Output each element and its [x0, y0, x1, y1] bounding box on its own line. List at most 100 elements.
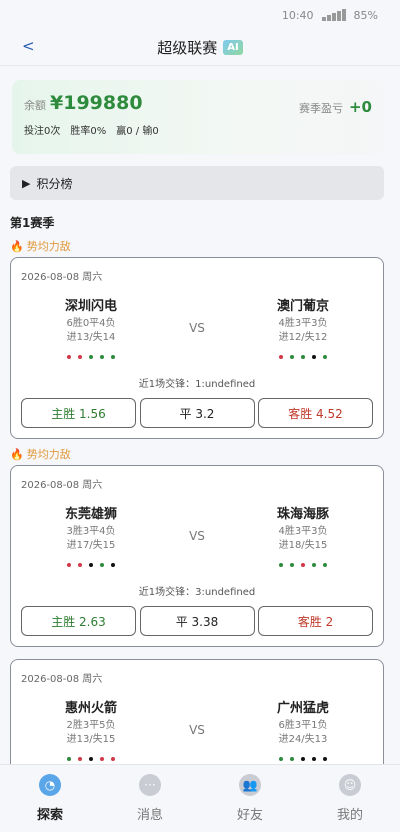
away-record: 4胜3平3负	[278, 526, 328, 537]
away-record: 6胜3平1负	[278, 720, 328, 731]
form-dot	[323, 757, 327, 761]
form-dot	[67, 563, 71, 567]
head-to-head: 近1场交锋：1:undefined	[138, 379, 256, 390]
head-to-head: 近1场交锋：3:undefined	[138, 587, 256, 598]
home-team[interactable]: 深圳闪电 6胜0平4负 进13/失14	[21, 295, 161, 359]
win-rate: 胜率0%	[70, 126, 107, 137]
home-goals: 进17/失15	[66, 540, 116, 551]
bet-home-button[interactable]: 主胜 1.56	[21, 398, 136, 428]
bet-away-button[interactable]: 客胜 4.52	[258, 398, 373, 428]
back-button[interactable]: <	[22, 37, 35, 55]
season-profit: 赛季盈亏 +0	[299, 98, 372, 116]
balance-card: 余额 ¥199880 赛季盈亏 +0 投注0次 胜率0% 赢0 / 输0	[12, 80, 384, 154]
away-team-record: 6胜3平1负 进24/失13	[233, 719, 373, 747]
form-dot	[111, 355, 115, 359]
away-form	[233, 563, 373, 569]
match-tag: 🔥 势均力敌	[10, 447, 400, 462]
home-team-name: 深圳闪电	[64, 299, 117, 314]
explore-icon: ◔	[39, 774, 61, 796]
season-profit-value: +0	[348, 98, 372, 116]
home-record: 6胜0平4负	[66, 318, 116, 329]
bet-draw-button[interactable]: 平 3.38	[139, 606, 255, 636]
home-team-record: 6胜0平4负 进13/失14	[21, 317, 161, 345]
form-dot	[67, 355, 71, 359]
form-dot	[279, 355, 283, 359]
home-goals: 进13/失15	[66, 734, 116, 745]
bet-draw-button[interactable]: 平 3.2	[139, 398, 255, 428]
tab-label: 我的	[336, 808, 363, 823]
fire-icon: 🔥	[10, 447, 24, 461]
season-title: 第1赛季	[10, 216, 55, 230]
home-team-record: 2胜3平5负 进13/失15	[21, 719, 161, 747]
standings-label: 积分榜	[36, 176, 73, 191]
away-goals: 进18/失15	[278, 540, 328, 551]
form-dot	[290, 355, 294, 359]
form-dot	[312, 355, 316, 359]
tab-explore[interactable]: ◔ 探索	[0, 765, 100, 832]
away-team-name: 澳门葡京	[276, 299, 329, 314]
form-dot	[100, 355, 104, 359]
away-goals: 进24/失13	[278, 734, 328, 745]
balance-label: 余额	[24, 99, 46, 112]
away-form	[233, 757, 373, 763]
vs-label: VS	[189, 529, 205, 543]
form-dot	[100, 563, 104, 567]
friends-icon: 👥	[239, 774, 261, 796]
match-card[interactable]: 2026-08-08 周六 惠州火箭 2胜3平5负 进13/失15 VS 广州猛虎 6胜3平…	[10, 659, 384, 764]
tab-friends[interactable]: 👥 好友	[200, 765, 300, 832]
away-team[interactable]: 澳门葡京 4胜3平3负 进12/失12	[233, 295, 373, 359]
home-record: 2胜3平5负	[66, 720, 116, 731]
home-goals: 进13/失14	[66, 332, 116, 343]
form-dot	[290, 757, 294, 761]
match-list: 🔥 势均力敌 2026-08-08 周六 深圳闪电 6胜0平4负 进13/失14 VS 澳门葡…	[0, 239, 400, 764]
odds-row: 主胜 1.56 平 3.2 客胜 4.52	[21, 398, 373, 428]
form-dot	[100, 757, 104, 761]
form-dot	[279, 563, 283, 567]
home-team[interactable]: 东莞雄狮 3胜3平4负 进17/失15	[21, 503, 161, 567]
away-team-name: 珠海海豚	[276, 507, 329, 522]
main-content[interactable]: 余额 ¥199880 赛季盈亏 +0 投注0次 胜率0% 赢0 / 输0 ▶ 积…	[0, 80, 400, 764]
bet-away-button[interactable]: 客胜 2	[258, 606, 373, 636]
tab-profile[interactable]: ☺ 我的	[300, 765, 400, 832]
form-dot	[323, 355, 327, 359]
standings-toggle[interactable]: ▶ 积分榜	[10, 166, 384, 200]
page-title: 超级联赛	[157, 39, 218, 57]
tab-label: 探索	[36, 808, 63, 823]
bet-count: 投注0次	[24, 126, 61, 137]
bet-home-button[interactable]: 主胜 2.63	[21, 606, 136, 636]
match-card[interactable]: 2026-08-08 周六 深圳闪电 6胜0平4负 进13/失14 VS 澳门葡京 4胜3平…	[10, 257, 384, 439]
match-card[interactable]: 2026-08-08 周六 东莞雄狮 3胜3平4负 进17/失15 VS 珠海海豚 4胜3平…	[10, 465, 384, 647]
away-record: 4胜3平3负	[278, 318, 328, 329]
match-tag-label: 势均力敌	[26, 448, 71, 461]
form-dot	[89, 355, 93, 359]
bet-stats: 投注0次 胜率0% 赢0 / 输0	[24, 122, 372, 137]
home-team-name: 惠州火箭	[64, 701, 117, 716]
battery-level: 85%	[353, 8, 378, 22]
season-profit-label: 赛季盈亏	[298, 102, 343, 115]
away-team[interactable]: 广州猛虎 6胜3平1负 进24/失13	[233, 697, 373, 761]
header: < 超级联赛 AI	[0, 30, 400, 66]
fire-icon: 🔥	[10, 239, 24, 253]
away-team[interactable]: 珠海海豚 4胜3平3负 进18/失15	[233, 503, 373, 567]
match-tag-label: 势均力敌	[26, 240, 71, 253]
message-icon: ···	[139, 774, 161, 796]
form-dot	[301, 355, 305, 359]
away-team-record: 4胜3平3负 进18/失15	[233, 525, 373, 553]
match-tag: 🔥 势均力敌	[10, 239, 400, 254]
vs-label: VS	[189, 723, 205, 737]
ai-badge[interactable]: AI	[223, 40, 243, 55]
away-form	[233, 355, 373, 361]
win-loss-record: 赢0 / 输0	[116, 126, 159, 137]
tab-message[interactable]: ··· 消息	[100, 765, 200, 832]
form-dot	[67, 757, 71, 761]
form-dot	[312, 757, 316, 761]
form-dot	[89, 563, 93, 567]
vs-label: VS	[189, 321, 205, 335]
balance-value: ¥199880	[50, 92, 143, 114]
form-dot	[111, 757, 115, 761]
home-record: 3胜3平4负	[66, 526, 116, 537]
home-form	[21, 563, 161, 569]
home-team[interactable]: 惠州火箭 2胜3平5负 进13/失15	[21, 697, 161, 761]
form-dot	[111, 563, 115, 567]
form-dot	[312, 563, 316, 567]
